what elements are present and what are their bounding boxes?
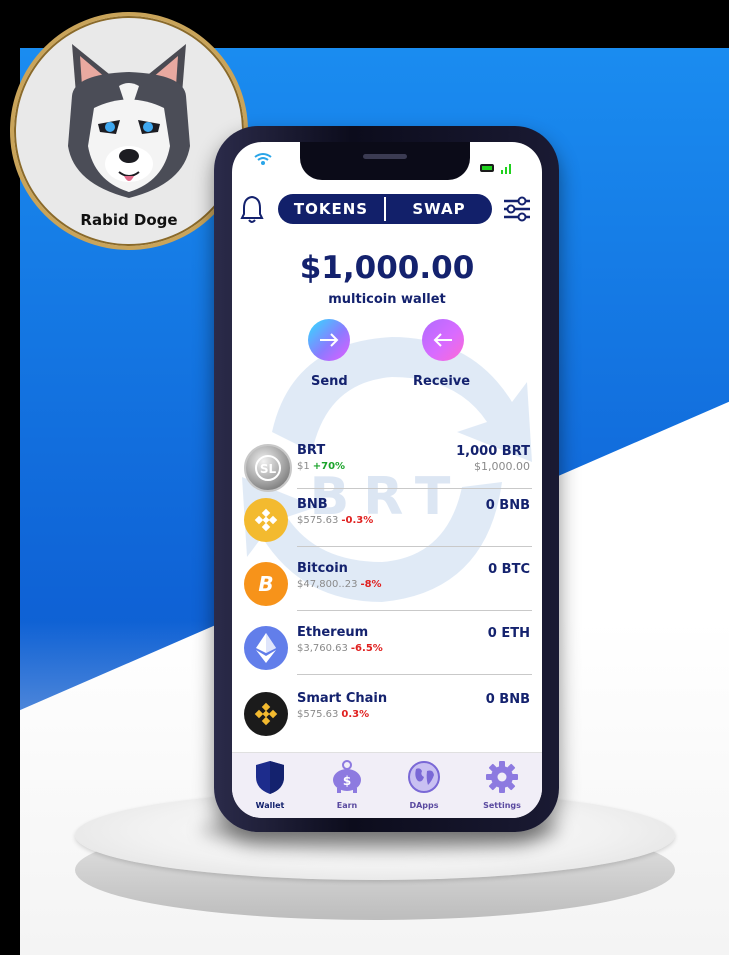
token-change: -8% xyxy=(360,579,382,590)
ethereum-coin-glyph xyxy=(256,633,276,663)
tab-bar: TOKENS SWAP xyxy=(278,194,492,224)
token-row-ethereum[interactable]: Ethereum $3,760.63 -6.5% 0 ETH xyxy=(232,622,542,682)
smart-chain-coin-glyph xyxy=(254,702,278,726)
svg-text:SL: SL xyxy=(260,462,277,476)
globe-icon xyxy=(408,761,440,793)
token-price: $575.63 0.3% xyxy=(297,709,369,720)
token-price-value: $47,800..23 xyxy=(297,579,358,590)
token-price: $3,760.63 -6.5% xyxy=(297,643,383,654)
nav-label: Earn xyxy=(336,801,358,810)
token-price: $47,800..23 -8% xyxy=(297,579,382,590)
nav-item-settings[interactable]: Settings xyxy=(464,753,540,818)
wifi-icon xyxy=(254,153,272,165)
token-name: BRT xyxy=(297,443,326,458)
brt-coin-glyph: SL xyxy=(255,455,281,481)
filter-settings-icon[interactable] xyxy=(502,194,532,224)
smart-chain-coin-icon xyxy=(244,692,288,736)
nav-label: Wallet xyxy=(255,801,285,810)
token-change: -6.5% xyxy=(350,643,383,654)
token-balance: 0 BNB xyxy=(485,498,530,513)
token-change: 0.3% xyxy=(341,709,370,720)
row-divider xyxy=(297,488,532,489)
token-price-value: $575.63 xyxy=(297,515,339,526)
token-balance: 0 BTC xyxy=(488,562,530,577)
bottom-nav: Wallet $ Earn DApps Settings xyxy=(232,752,542,818)
token-price-value: $3,760.63 xyxy=(297,643,348,654)
ethereum-coin-icon xyxy=(244,626,288,670)
send-button[interactable] xyxy=(308,319,350,361)
token-price-value: $575.63 xyxy=(297,709,339,720)
token-price-value: $1 xyxy=(297,461,310,472)
row-divider xyxy=(297,546,532,547)
arrow-right-icon xyxy=(320,333,339,347)
token-balance: 0 BNB xyxy=(485,692,530,707)
shield-icon xyxy=(256,761,284,794)
tab-swap[interactable]: SWAP xyxy=(386,194,492,224)
token-row-bnb[interactable]: BNB $575.63 -0.3% 0 BNB xyxy=(232,494,542,554)
bell-icon[interactable] xyxy=(240,194,264,224)
wallet-subtitle: multicoin wallet xyxy=(328,292,446,307)
brt-coin-icon: SL xyxy=(244,444,292,492)
nav-item-dapps[interactable]: DApps xyxy=(386,753,462,818)
nav-item-earn[interactable]: $ Earn xyxy=(309,753,385,818)
token-change: -0.3% xyxy=(341,515,374,526)
bnb-coin-icon xyxy=(244,498,288,542)
phone-notch xyxy=(300,142,470,180)
token-balance: 1,000 BRT xyxy=(456,444,530,459)
token-change: +70% xyxy=(312,461,346,472)
token-price: $575.63 -0.3% xyxy=(297,515,373,526)
piggy-bank-icon: $ xyxy=(333,760,361,793)
nav-item-wallet[interactable]: Wallet xyxy=(232,753,308,818)
token-row-brt[interactable]: SL BRT $1 +70% 1,000 BRT $1,000.00 xyxy=(232,440,542,500)
token-name: Bitcoin xyxy=(297,561,348,576)
nav-label: Settings xyxy=(483,801,521,810)
svg-text:B: B xyxy=(258,572,273,596)
speaker-grille xyxy=(363,154,407,159)
token-row-smart-chain[interactable]: Smart Chain $575.63 0.3% 0 BNB xyxy=(232,688,542,748)
bitcoin-coin-icon: B xyxy=(244,562,288,606)
receive-button[interactable] xyxy=(422,319,464,361)
bnb-coin-glyph xyxy=(254,508,278,532)
wallet-balance: $1,000.00 xyxy=(299,250,475,286)
token-value: $1,000.00 xyxy=(474,460,530,473)
rabid-doge-logo: Rabid Doge xyxy=(10,12,248,250)
send-label: Send xyxy=(311,374,348,389)
token-name: BNB xyxy=(297,497,328,512)
logo-text: Rabid Doge xyxy=(80,211,178,229)
row-divider xyxy=(297,610,532,611)
receive-label: Receive xyxy=(413,374,471,389)
battery-icon xyxy=(480,164,494,172)
tab-tokens[interactable]: TOKENS xyxy=(278,194,384,224)
wallet-screen: TOKENS SWAP BRT $1,000.00 multicoin wall… xyxy=(232,142,542,818)
nav-label: DApps xyxy=(409,801,439,810)
token-row-bitcoin[interactable]: B Bitcoin $47,800..23 -8% 0 BTC xyxy=(232,558,542,618)
token-name: Ethereum xyxy=(297,625,369,640)
token-name: Smart Chain xyxy=(297,691,388,706)
signal-icon xyxy=(501,164,511,174)
token-price: $1 +70% xyxy=(297,461,345,472)
gear-icon xyxy=(486,761,518,793)
arrow-left-icon xyxy=(433,333,452,347)
svg-text:$: $ xyxy=(343,774,351,788)
bitcoin-coin-glyph: B xyxy=(258,572,273,596)
token-balance: 0 ETH xyxy=(487,626,530,641)
row-divider xyxy=(297,674,532,675)
